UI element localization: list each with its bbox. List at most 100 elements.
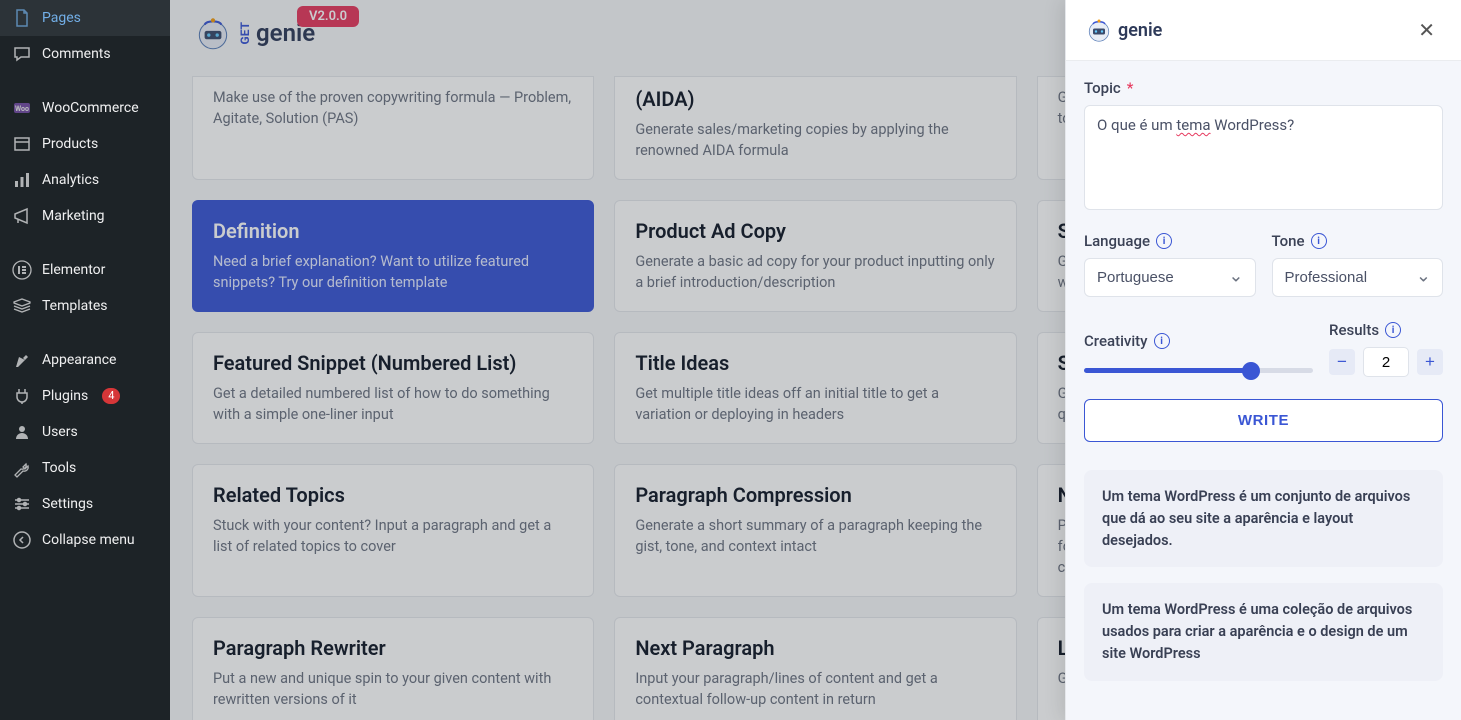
write-button[interactable]: WRITE	[1084, 399, 1443, 442]
card-title: Definition	[213, 219, 573, 243]
sidebar-item-label: Collapse menu	[42, 532, 135, 548]
pages-icon	[12, 8, 32, 28]
genie-head-icon	[1084, 15, 1114, 45]
card-desc: Generate sales/marketing copies by apply…	[635, 119, 995, 161]
tone-label: Tone i	[1272, 232, 1444, 250]
sidebar-item-users[interactable]: Users	[0, 414, 170, 450]
template-card-product-ad[interactable]: Product Ad Copy Generate a basic ad copy …	[614, 200, 1016, 312]
sidebar-item-label: Elementor	[42, 262, 105, 278]
settings-icon	[12, 494, 32, 514]
genie-panel: genie ✕ Topic * O que é um tema WordPres…	[1065, 0, 1461, 720]
marketing-icon	[12, 206, 32, 226]
sidebar-item-elementor[interactable]: Elementor	[0, 252, 170, 288]
card-title: Paragraph Compression	[635, 483, 995, 507]
collapse-icon	[12, 530, 32, 550]
plugins-icon	[12, 386, 32, 406]
analytics-icon	[12, 170, 32, 190]
results-input[interactable]	[1363, 347, 1409, 377]
results-stepper: − +	[1329, 347, 1443, 377]
svg-text:Woo: Woo	[15, 105, 29, 113]
tools-icon	[12, 458, 32, 478]
card-desc: Put a new and unique spin to your given …	[213, 668, 573, 710]
sidebar-item-tools[interactable]: Tools	[0, 450, 170, 486]
woocommerce-icon: Woo	[12, 98, 32, 118]
card-desc: Need a brief explanation? Want to utiliz…	[213, 251, 573, 293]
sidebar-item-label: WooCommerce	[42, 100, 139, 116]
templates-icon	[12, 296, 32, 316]
card-desc: Stuck with your content? Input a paragra…	[213, 515, 573, 557]
card-desc: Make use of the proven copywriting formu…	[213, 87, 573, 129]
version-badge: V2.0.0	[297, 6, 359, 27]
elementor-icon	[12, 260, 32, 280]
template-card-related-topics[interactable]: Related Topics Stuck with your content? I…	[192, 464, 594, 597]
sidebar-item-label: Pages	[42, 10, 81, 26]
comments-icon	[12, 44, 32, 64]
sidebar-item-pages[interactable]: Pages	[0, 0, 170, 36]
sidebar-item-label: Settings	[42, 496, 93, 512]
info-icon[interactable]: i	[1385, 322, 1401, 338]
card-title: Product Ad Copy	[635, 219, 995, 243]
required-marker: *	[1127, 79, 1134, 97]
result-item[interactable]: Um tema WordPress é uma coleção de arqui…	[1084, 583, 1443, 680]
language-label: Language i	[1084, 232, 1256, 250]
genie-head-icon	[192, 12, 234, 54]
genie-logo: GET genie V2.0.0	[192, 12, 315, 54]
topic-label: Topic *	[1084, 79, 1443, 97]
close-icon[interactable]: ✕	[1410, 14, 1443, 46]
language-select[interactable]: Portuguese	[1084, 258, 1256, 297]
card-title: Paragraph Rewriter	[213, 636, 573, 660]
card-title: Title Ideas	[635, 351, 995, 375]
template-card-pas[interactable]: Make use of the proven copywriting formu…	[192, 76, 594, 180]
card-title: Next Paragraph	[635, 636, 995, 660]
template-card-featured-snippet[interactable]: Featured Snippet (Numbered List) Get a de…	[192, 332, 594, 444]
results-label: Results i	[1329, 321, 1443, 339]
info-icon[interactable]: i	[1311, 233, 1327, 249]
card-desc: Get multiple title ideas off an initial …	[635, 383, 995, 425]
users-icon	[12, 422, 32, 442]
results-increment[interactable]: +	[1417, 349, 1443, 375]
card-desc: Generate a basic ad copy for your produc…	[635, 251, 995, 293]
panel-logo: genie	[1084, 15, 1162, 45]
card-desc: Input your paragraph/lines of content an…	[635, 668, 995, 710]
template-card-definition[interactable]: Definition Need a brief explanation? Want…	[192, 200, 594, 312]
creativity-slider[interactable]	[1084, 368, 1313, 373]
sidebar-item-label: Products	[42, 136, 98, 152]
template-card-title-ideas[interactable]: Title Ideas Get multiple title ideas off …	[614, 332, 1016, 444]
sidebar-item-templates[interactable]: Templates	[0, 288, 170, 324]
results-list: Um tema WordPress é um conjunto de arqui…	[1084, 470, 1443, 681]
info-icon[interactable]: i	[1154, 333, 1170, 349]
sidebar-item-settings[interactable]: Settings	[0, 486, 170, 522]
card-desc: Get a detailed numbered list of how to d…	[213, 383, 573, 425]
sidebar-item-products[interactable]: Products	[0, 126, 170, 162]
sidebar-item-label: Marketing	[42, 208, 105, 224]
template-card-paragraph-rewriter[interactable]: Paragraph Rewriter Put a new and unique s…	[192, 617, 594, 720]
sidebar-item-label: Appearance	[42, 352, 116, 368]
card-title: (AIDA)	[635, 87, 995, 111]
topic-textarea[interactable]: O que é um tema WordPress?	[1084, 105, 1443, 210]
card-title: Related Topics	[213, 483, 573, 507]
sidebar-item-label: Users	[42, 424, 78, 440]
info-icon[interactable]: i	[1156, 233, 1172, 249]
sidebar-item-label: Plugins	[42, 388, 88, 404]
products-icon	[12, 134, 32, 154]
sidebar-item-plugins[interactable]: Plugins 4	[0, 378, 170, 414]
sidebar-item-analytics[interactable]: Analytics	[0, 162, 170, 198]
template-card-aida[interactable]: (AIDA) Generate sales/marketing copies by…	[614, 76, 1016, 180]
sidebar-item-collapse[interactable]: Collapse menu	[0, 522, 170, 558]
results-decrement[interactable]: −	[1329, 349, 1355, 375]
card-title: Featured Snippet (Numbered List)	[213, 351, 573, 375]
panel-body: Topic * O que é um tema WordPress? Langu…	[1066, 61, 1461, 720]
sidebar-item-comments[interactable]: Comments	[0, 36, 170, 72]
sidebar-item-label: Comments	[42, 46, 111, 62]
template-card-paragraph-compression[interactable]: Paragraph CompressionGenerate a short su…	[614, 464, 1016, 597]
creativity-label: Creativity i	[1084, 332, 1313, 350]
sidebar-item-appearance[interactable]: Appearance	[0, 342, 170, 378]
sidebar-item-woocommerce[interactable]: Woo WooCommerce	[0, 90, 170, 126]
panel-header: genie ✕	[1066, 0, 1461, 61]
sidebar-item-label: Templates	[42, 298, 108, 314]
sidebar-item-marketing[interactable]: Marketing	[0, 198, 170, 234]
result-item[interactable]: Um tema WordPress é um conjunto de arqui…	[1084, 470, 1443, 567]
template-card-next-paragraph[interactable]: Next Paragraph Input your paragraph/lines…	[614, 617, 1016, 720]
sidebar-item-label: Analytics	[42, 172, 99, 188]
tone-select[interactable]: Professional	[1272, 258, 1444, 297]
